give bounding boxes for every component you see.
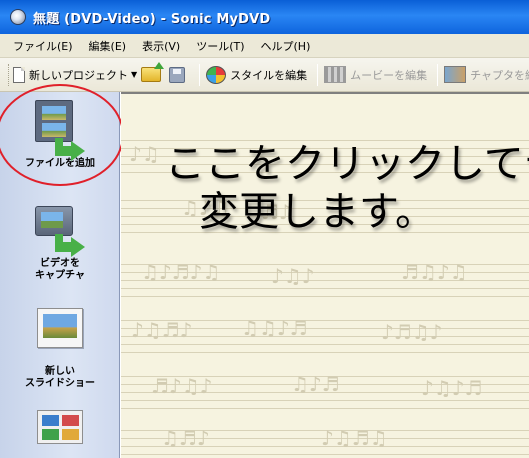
save-button[interactable] bbox=[169, 66, 189, 83]
dropdown-arrow-icon[interactable]: ▼ bbox=[131, 70, 137, 79]
film-icon bbox=[324, 66, 347, 83]
title-bar[interactable]: 無題 (DVD-Video) - Sonic MyDVD bbox=[0, 0, 529, 34]
add-submenu-button[interactable] bbox=[0, 404, 120, 454]
edit-chapter-button[interactable]: チャプタを編集 bbox=[444, 66, 529, 83]
add-file-button[interactable]: ファイルを追加 bbox=[0, 98, 120, 170]
capture-video-label-2: キャプチャ bbox=[35, 270, 85, 281]
green-arrow-icon bbox=[71, 141, 85, 161]
open-folder-icon bbox=[141, 62, 165, 82]
edit-style-button[interactable]: スタイルを編集 bbox=[206, 65, 308, 84]
toolbar-separator bbox=[437, 63, 439, 86]
menu-bar: ファイル(E) 編集(E) 表示(V) ツール(T) ヘルプ(H) bbox=[0, 34, 529, 58]
camcorder-icon bbox=[35, 206, 73, 236]
chapter-icon bbox=[444, 66, 467, 83]
menu-edit[interactable]: 編集(E) bbox=[89, 38, 127, 54]
film-strip-icon bbox=[35, 100, 73, 142]
capture-video-button[interactable]: ビデオを キャプチャ bbox=[0, 200, 120, 282]
green-arrow-icon bbox=[71, 237, 85, 257]
window-title: 無題 (DVD-Video) - Sonic MyDVD bbox=[33, 11, 271, 27]
slideshow-icon bbox=[37, 308, 83, 348]
capture-video-label-1: ビデオを bbox=[40, 258, 80, 269]
new-document-icon bbox=[13, 66, 25, 83]
app-icon[interactable] bbox=[10, 9, 26, 25]
edit-movie-button[interactable]: ムービーを編集 bbox=[324, 66, 427, 83]
menu-file[interactable]: ファイル(E) bbox=[13, 38, 73, 54]
add-file-label: ファイルを追加 bbox=[25, 158, 95, 169]
toolbar-separator bbox=[199, 63, 201, 86]
new-slideshow-label-1: 新しい bbox=[45, 366, 75, 377]
new-project-button[interactable]: 新しいプロジェクト ▼ bbox=[13, 66, 137, 83]
menu-title-line-1: ここをクリックしてテキ bbox=[165, 141, 529, 187]
toolbar-grip[interactable] bbox=[8, 63, 9, 86]
new-project-label: 新しいプロジェクト bbox=[29, 68, 128, 82]
menu-title-text[interactable]: ここをクリックしてテキ 変更します。 bbox=[121, 140, 529, 236]
open-button[interactable] bbox=[141, 62, 165, 82]
edit-style-label: スタイルを編集 bbox=[230, 68, 308, 82]
save-disk-icon bbox=[169, 66, 186, 83]
new-slideshow-button[interactable]: 新しい スライドショー bbox=[0, 302, 120, 390]
edit-chapter-label: チャプタを編集 bbox=[470, 68, 529, 82]
edit-movie-label: ムービーを編集 bbox=[350, 68, 428, 82]
menu-tools[interactable]: ツール(T) bbox=[196, 38, 244, 54]
tasks-sidebar: ファイルを追加 ビデオを キャプチャ 新しい スライドショー bbox=[0, 92, 120, 458]
menu-title-line-2: 変更します。 bbox=[199, 189, 435, 235]
new-slideshow-label-2: スライドショー bbox=[25, 378, 95, 389]
menu-view[interactable]: 表示(V) bbox=[142, 38, 180, 54]
submenu-icon bbox=[37, 410, 83, 444]
toolbar: 新しいプロジェクト ▼ スタイルを編集 ムービーを編集 チャプタを編集 bbox=[0, 58, 529, 92]
menu-help[interactable]: ヘルプ(H) bbox=[261, 38, 311, 54]
menu-preview-canvas[interactable]: ♪♫ ♫♪♫ ♬♪ ♫♪♬♪♫ ♪♫♪ ♬♫♪♫ ♪♫♬♪ ♫♫♪♬ ♪♬♫♪ … bbox=[121, 92, 529, 458]
toolbar-separator bbox=[317, 63, 319, 86]
palette-icon bbox=[206, 65, 227, 84]
